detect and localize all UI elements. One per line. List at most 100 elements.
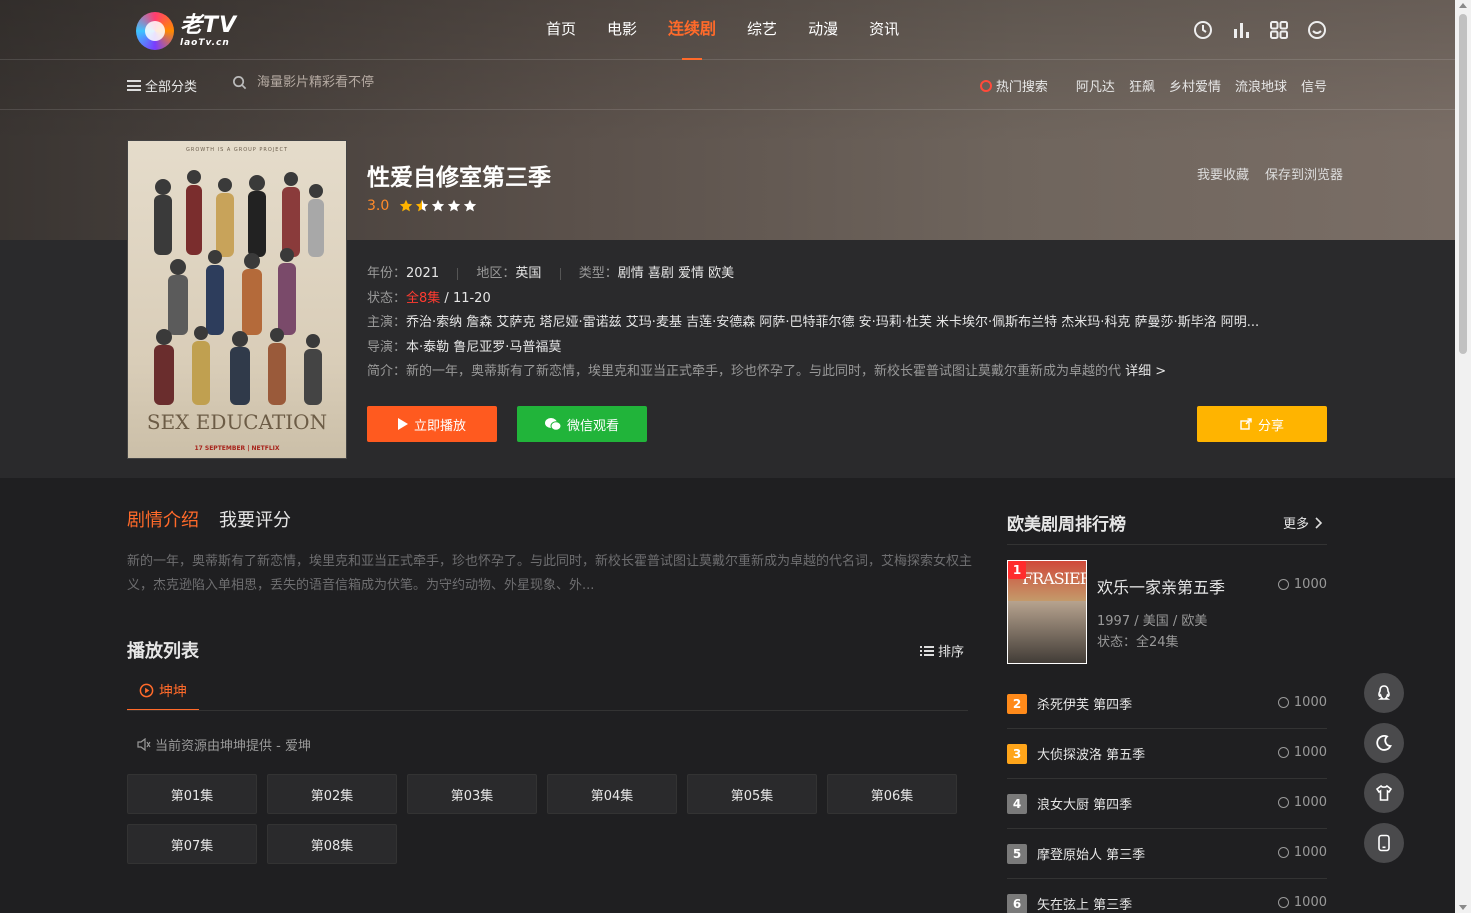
search-icon[interactable]	[232, 75, 247, 90]
top-actions: 我要收藏 保存到浏览器	[1181, 164, 1343, 183]
chart-icon[interactable]	[1230, 19, 1252, 41]
ranking-item-name[interactable]: 欢乐一家亲第五季	[1097, 574, 1225, 598]
year-value[interactable]: 2021	[406, 266, 439, 281]
star-icon	[432, 199, 445, 212]
search-input[interactable]	[257, 75, 457, 90]
nav-home[interactable]: 首页	[546, 0, 576, 60]
hot-link[interactable]: 信号	[1301, 76, 1327, 95]
mobile-button[interactable]	[1364, 823, 1404, 863]
cast-list[interactable]: 乔治·索纳 詹森 艾萨克 塔尼娅·雷诺兹 艾玛·麦基 吉莲·安德森 阿萨·巴特菲…	[406, 315, 1259, 330]
clock-icon	[1277, 579, 1289, 590]
rating-score: 3.0	[367, 198, 390, 214]
view-count: 1000	[1277, 745, 1327, 760]
hot-link[interactable]: 阿凡达	[1076, 76, 1115, 95]
ranking-item[interactable]: 3 大侦探波洛 第五季 1000	[1007, 729, 1327, 779]
meta-row-cast: 主演：乔治·索纳 詹森 艾萨克 塔尼娅·雷诺兹 艾玛·麦基 吉莲·安德森 阿萨·…	[367, 315, 1260, 330]
ranking-title: 欧美剧周排行榜	[1007, 515, 1126, 535]
play-icon	[397, 418, 408, 430]
poster-image[interactable]: GROWTH IS A GROUP PROJECT SEX EDUCATION …	[127, 140, 347, 459]
hot-link[interactable]: 流浪地球	[1235, 76, 1287, 95]
source-tab-kunkun[interactable]: 坤坤	[127, 672, 199, 711]
ranking-item[interactable]: 5 摩登原始人 第三季 1000	[1007, 829, 1327, 879]
ranking-item-first[interactable]: FRASIER 1 欢乐一家亲第五季 1997 / 美国 / 欧美 状态：全24…	[1007, 560, 1327, 664]
scrollbar-thumb[interactable]	[1459, 14, 1467, 354]
page-scrollbar[interactable]	[1455, 0, 1471, 913]
qq-button[interactable]	[1364, 673, 1404, 713]
rank-badge: 5	[1007, 843, 1027, 864]
save-browser-link[interactable]: 保存到浏览器	[1265, 164, 1343, 183]
theme-button[interactable]	[1364, 773, 1404, 813]
ranking-item-status: 状态：全24集	[1097, 635, 1179, 650]
wechat-watch-button[interactable]: 微信观看	[517, 406, 647, 442]
episode-button[interactable]: 第06集	[827, 774, 957, 814]
moon-icon	[1376, 735, 1392, 751]
provider-note: 当前资源由坤坤提供 - 爱坤	[137, 735, 311, 754]
director-list[interactable]: 本·泰勒 鲁尼亚罗·马普福莫	[406, 340, 561, 355]
episode-button[interactable]: 第01集	[127, 774, 257, 814]
status-episodes: 全8集	[406, 291, 441, 306]
type-value[interactable]: 剧情 喜剧 爱情 欧美	[618, 266, 734, 281]
status-date: / 11-20	[440, 291, 491, 306]
smile-icon[interactable]	[1306, 19, 1328, 41]
hot-link[interactable]: 乡村爱情	[1169, 76, 1221, 95]
all-categories-button[interactable]: 全部分类	[127, 76, 197, 95]
nav-anime[interactable]: 动漫	[808, 0, 838, 60]
ranking-item[interactable]: 2 杀死伊芙 第四季 1000	[1007, 679, 1327, 729]
rank-badge: 4	[1007, 793, 1027, 814]
dark-mode-button[interactable]	[1364, 723, 1404, 763]
playlist-title: 播放列表	[127, 641, 199, 662]
nav-series[interactable]: 连续剧	[668, 0, 716, 60]
ranking-item-name[interactable]: 大侦探波洛 第五季	[1037, 744, 1145, 763]
nav-variety[interactable]: 综艺	[747, 0, 777, 60]
ranking-item[interactable]: 4 浪女大厨 第四季 1000	[1007, 779, 1327, 829]
episode-button[interactable]: 第03集	[407, 774, 537, 814]
hot-link[interactable]: 狂飙	[1129, 76, 1155, 95]
tab-plot[interactable]: 剧情介绍	[127, 506, 199, 532]
content-tabs: 剧情介绍 我要评分	[127, 506, 311, 532]
logo-mark-icon	[136, 12, 174, 50]
ranking-more-link[interactable]: 更多	[1283, 513, 1323, 532]
ranking-item-name[interactable]: 杀死伊芙 第四季	[1037, 694, 1132, 713]
nav-movie[interactable]: 电影	[607, 0, 637, 60]
phone-icon	[1378, 834, 1390, 852]
logo[interactable]: 老TV laoTv.cn	[136, 12, 237, 50]
ranking-item-name[interactable]: 矢在弦上 第三季	[1037, 894, 1132, 913]
episode-button[interactable]: 第05集	[687, 774, 817, 814]
clock-icon	[1277, 847, 1289, 858]
plot-description: 新的一年，奥蒂斯有了新恋情，埃里克和亚当正式牵手，珍也怀孕了。与此同时，新校长霍…	[127, 554, 973, 593]
grid-icon[interactable]	[1268, 19, 1290, 41]
episode-button[interactable]: 第02集	[267, 774, 397, 814]
search-box	[232, 75, 457, 90]
ranking-cover-image[interactable]: FRASIER 1	[1007, 560, 1087, 664]
ranking-item-name[interactable]: 浪女大厨 第四季	[1037, 794, 1132, 813]
speaker-icon	[137, 738, 151, 751]
share-button[interactable]: 分享	[1197, 406, 1327, 442]
main-nav: 首页 电影 连续剧 综艺 动漫 资讯	[546, 0, 930, 60]
rating: 3.0	[367, 198, 479, 214]
page-title: 性爱自修室第三季	[367, 165, 551, 191]
star-rating[interactable]	[399, 199, 479, 213]
episode-list: 第01集 第02集 第03集 第04集 第05集 第06集 第07集 第08集	[127, 774, 977, 874]
hot-search: 热门搜索 阿凡达 狂飙 乡村爱情 流浪地球 信号	[979, 76, 1327, 95]
scroll-down-icon[interactable]	[1459, 905, 1467, 910]
qq-icon	[1377, 685, 1391, 700]
favorite-link[interactable]: 我要收藏	[1197, 164, 1249, 183]
logo-text: 老TV	[180, 12, 238, 38]
ranking-item-meta: 1997 / 美国 / 欧美	[1097, 614, 1208, 629]
tab-rate[interactable]: 我要评分	[219, 506, 291, 532]
meta-row-status: 状态：全8集 / 11-20	[367, 291, 491, 306]
meta-row-summary: 简介：新的一年，奥蒂斯有了新恋情，埃里克和亚当正式牵手，珍也怀孕了。与此同时，新…	[367, 364, 1167, 379]
scroll-up-icon[interactable]	[1459, 3, 1467, 8]
episode-button[interactable]: 第04集	[547, 774, 677, 814]
region-value[interactable]: 英国	[515, 266, 541, 281]
sort-button[interactable]: 排序	[920, 641, 964, 660]
nav-news[interactable]: 资讯	[869, 0, 899, 60]
history-icon[interactable]	[1192, 19, 1214, 41]
ranking-item[interactable]: 6 矢在弦上 第三季 1000	[1007, 879, 1327, 913]
play-button[interactable]: 立即播放	[367, 406, 497, 442]
summary-more-link[interactable]: 详细 >	[1125, 364, 1166, 379]
ranking-item-name[interactable]: 摩登原始人 第三季	[1037, 844, 1145, 863]
episode-button[interactable]: 第07集	[127, 824, 257, 864]
star-icon	[448, 199, 461, 212]
episode-button[interactable]: 第08集	[267, 824, 397, 864]
